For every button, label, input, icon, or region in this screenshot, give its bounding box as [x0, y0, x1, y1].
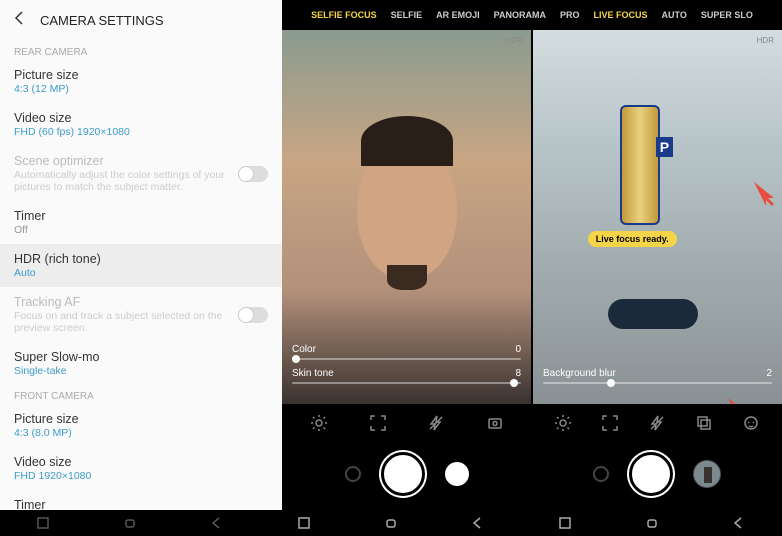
- settings-header: CAMERA SETTINGS: [0, 0, 282, 41]
- record-button[interactable]: [345, 466, 361, 482]
- nav-home-3[interactable]: [644, 515, 660, 531]
- annotation-arrow-2: [726, 396, 754, 404]
- shutter-button-2[interactable]: [629, 452, 673, 496]
- nav-recent[interactable]: [35, 515, 51, 531]
- back-icon[interactable]: [12, 10, 28, 31]
- blur-slider[interactable]: Background blur 2: [543, 368, 772, 384]
- settings-icon[interactable]: [310, 414, 328, 432]
- beauty-sliders: Color 0 Skin tone 8: [292, 344, 521, 392]
- mode-super-slo[interactable]: SUPER SLO: [701, 10, 753, 20]
- settings-icon-2[interactable]: [554, 414, 572, 432]
- flash-icon[interactable]: [427, 414, 445, 432]
- viewfinders: HDR Color 0 Skin tone 8 HDR Live focus rea…: [282, 30, 782, 404]
- beauty-icon[interactable]: [742, 414, 760, 432]
- viewfinder-right[interactable]: HDR Live focus ready. Background blur 2: [533, 30, 782, 404]
- mode-pro[interactable]: PRO: [560, 10, 580, 20]
- blur-thumb[interactable]: [607, 379, 615, 387]
- gallery-icon[interactable]: [695, 414, 713, 432]
- selfie-face: [357, 140, 457, 280]
- mode-strip[interactable]: SELFIE FOCUS SELFIE AR EMOJI PANORAMA PR…: [282, 0, 782, 30]
- hdr-indicator-2: HDR: [757, 36, 774, 45]
- switch-camera-button[interactable]: [445, 462, 469, 486]
- shutter-button[interactable]: [381, 452, 425, 496]
- settings-panel: CAMERA SETTINGS REAR CAMERA Picture size…: [0, 0, 282, 510]
- nav-back-2[interactable]: [470, 515, 486, 531]
- blur-value: 2: [766, 368, 772, 379]
- fullscreen-icon[interactable]: [369, 414, 387, 432]
- hdr-indicator: HDR: [506, 36, 523, 45]
- nav-back[interactable]: [209, 515, 225, 531]
- nav-back-3[interactable]: [731, 515, 747, 531]
- mode-live-focus[interactable]: LIVE FOCUS: [594, 10, 648, 20]
- effects-icon[interactable]: [486, 414, 504, 432]
- icon-row: [282, 404, 782, 442]
- flash-icon-2[interactable]: [648, 414, 666, 432]
- annotation-arrow-1: [752, 180, 780, 208]
- skin-label: Skin tone: [292, 368, 334, 379]
- tracking-af-row[interactable]: Tracking AFFocus on and track a subject …: [0, 287, 282, 342]
- settings-list[interactable]: REAR CAMERA Picture size4:3 (12 MP) Vide…: [0, 41, 282, 510]
- live-focus-chip: Live focus ready.: [588, 231, 677, 247]
- front-section-header: FRONT CAMERA: [0, 385, 282, 404]
- video-size-row[interactable]: Video sizeFHD (60 fps) 1920×1080: [0, 103, 282, 146]
- mode-panorama[interactable]: PANORAMA: [494, 10, 546, 20]
- tracking-af-toggle[interactable]: [238, 307, 268, 323]
- mode-selfie[interactable]: SELFIE: [391, 10, 423, 20]
- skin-value: 8: [515, 368, 521, 379]
- hdr-row[interactable]: HDR (rich tone)Auto: [0, 244, 282, 287]
- nav-bar: [0, 510, 782, 536]
- front-picture-size-row[interactable]: Picture size4:3 (8.0 MP): [0, 404, 282, 447]
- blur-slider-area: Background blur 2: [543, 368, 772, 392]
- mode-selfie-focus[interactable]: SELFIE FOCUS: [311, 10, 377, 20]
- timer-row[interactable]: TimerOff: [0, 201, 282, 244]
- color-slider[interactable]: Color 0: [292, 344, 521, 360]
- nav-recent-2[interactable]: [296, 515, 312, 531]
- mode-ar-emoji[interactable]: AR EMOJI: [436, 10, 480, 20]
- mode-auto[interactable]: AUTO: [662, 10, 687, 20]
- viewfinder-left[interactable]: HDR Color 0 Skin tone 8: [282, 30, 531, 404]
- nav-recent-3[interactable]: [557, 515, 573, 531]
- skin-thumb[interactable]: [510, 379, 518, 387]
- front-timer-row[interactable]: TimerOff: [0, 490, 282, 510]
- record-button-2[interactable]: [593, 466, 609, 482]
- scene-optimizer-toggle[interactable]: [238, 166, 268, 182]
- scene-optimizer-row[interactable]: Scene optimizerAutomatically adjust the …: [0, 146, 282, 201]
- color-label: Color: [292, 344, 316, 355]
- front-video-size-row[interactable]: Video sizeFHD 1920×1080: [0, 447, 282, 490]
- shutter-row: [282, 442, 782, 510]
- nav-home-2[interactable]: [383, 515, 399, 531]
- prop-sunglasses: [608, 299, 698, 329]
- gallery-thumbnail[interactable]: [693, 460, 721, 488]
- rear-section-header: REAR CAMERA: [0, 41, 282, 60]
- color-value: 0: [515, 344, 521, 355]
- color-thumb[interactable]: [292, 355, 300, 363]
- blur-label: Background blur: [543, 368, 616, 379]
- slowmo-row[interactable]: Super Slow-moSingle-take: [0, 342, 282, 385]
- settings-title: CAMERA SETTINGS: [40, 13, 164, 28]
- fullscreen-icon-2[interactable]: [601, 414, 619, 432]
- prop-can: [620, 105, 660, 225]
- picture-size-row[interactable]: Picture size4:3 (12 MP): [0, 60, 282, 103]
- camera-area: SELFIE FOCUS SELFIE AR EMOJI PANORAMA PR…: [282, 0, 782, 510]
- skin-slider[interactable]: Skin tone 8: [292, 368, 521, 384]
- nav-home[interactable]: [122, 515, 138, 531]
